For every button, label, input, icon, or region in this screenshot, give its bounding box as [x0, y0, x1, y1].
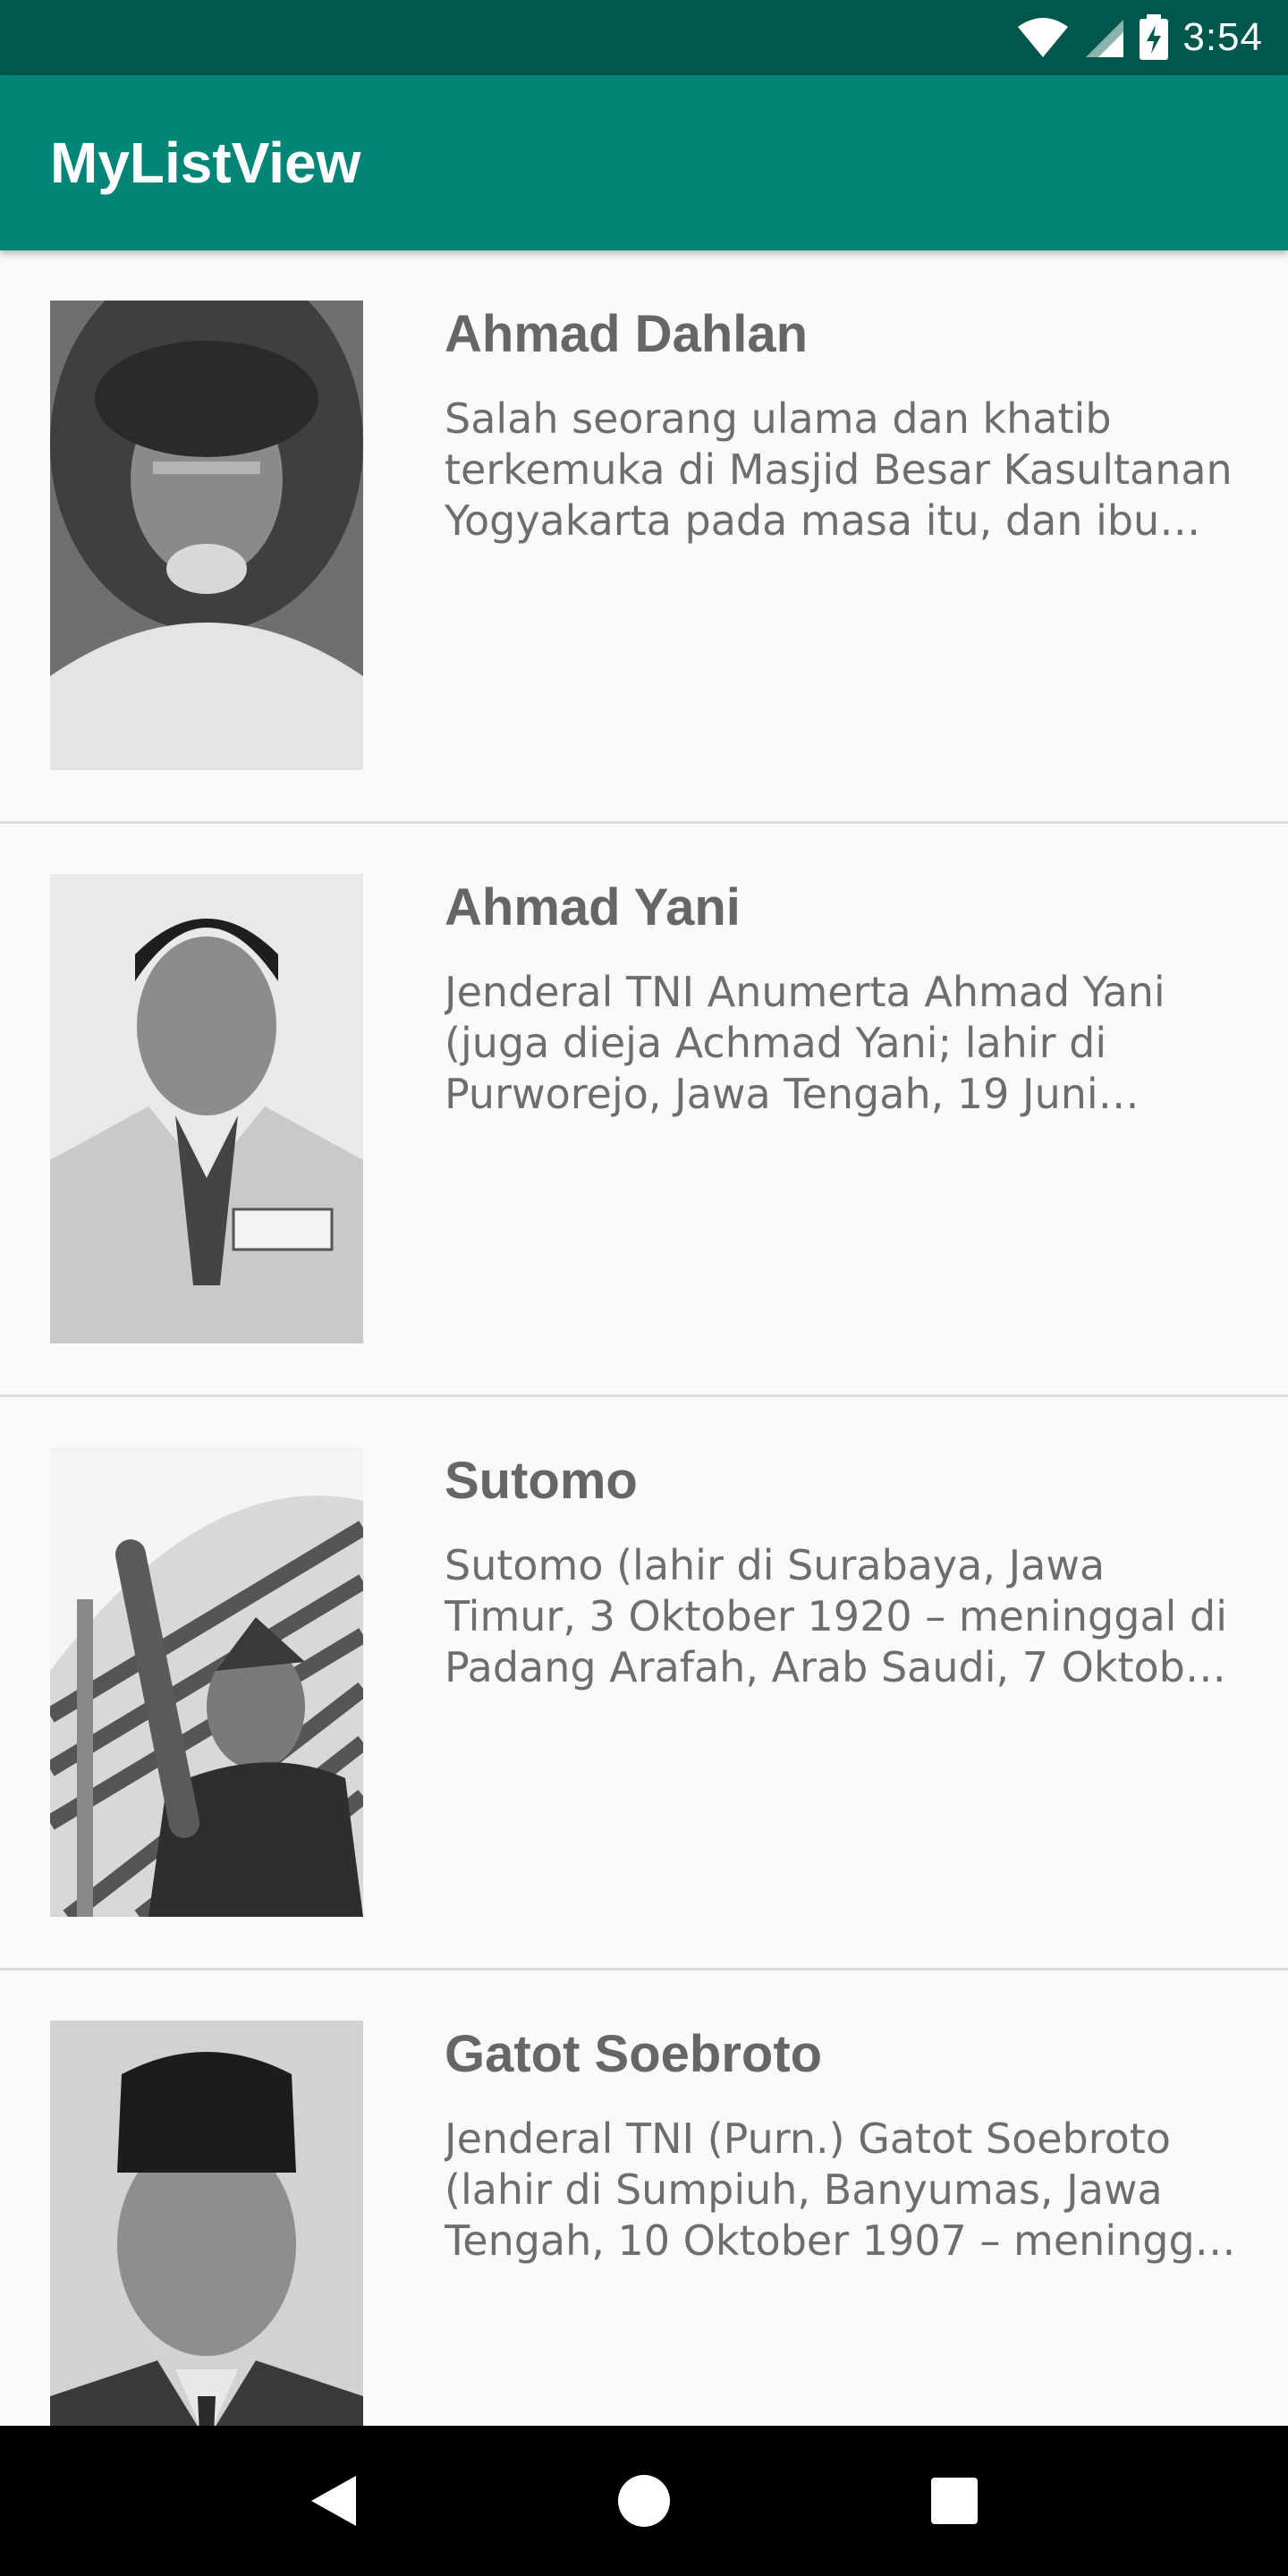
item-description: Jenderal TNI Anumerta Ahmad Yani (juga d… [445, 968, 1165, 1118]
list-item[interactable]: Ahmad Yani Jenderal TNI Anumerta Ahmad Y… [0, 824, 1288, 1397]
home-icon[interactable] [599, 2456, 689, 2546]
item-description: Jenderal TNI (Purn.) Gatot Soebroto (lah… [445, 2114, 1232, 2265]
item-title: Ahmad Dahlan [445, 305, 809, 363]
app-title: MyListView [50, 131, 361, 195]
hero-list[interactable]: Ahmad Dahlan Salah seorang ulama dan kha… [0, 250, 1288, 2426]
item-description: Salah seorang ulama dan khatib terkemuka… [445, 394, 1233, 545]
navigation-bar [0, 2426, 1288, 2576]
list-item[interactable]: Ahmad Dahlan Salah seorang ulama dan kha… [0, 250, 1288, 824]
cell-signal-icon [1082, 16, 1125, 59]
item-description: Sutomo (lahir di Surabaya, Jawa Timur, 3… [445, 1541, 1228, 1691]
item-title: Gatot Soebroto [445, 2025, 823, 2083]
portrait-image [50, 2021, 363, 2426]
back-icon[interactable] [289, 2456, 378, 2546]
clock: 3:54 [1182, 15, 1263, 59]
status-bar: 3:54 [0, 0, 1288, 75]
app-bar: MyListView [0, 75, 1288, 250]
item-title: Sutomo [445, 1452, 638, 1510]
item-title: Ahmad Yani [445, 878, 741, 936]
portrait-image [50, 1447, 363, 1917]
wifi-icon [1016, 16, 1070, 59]
list-item[interactable]: Sutomo Sutomo (lahir di Surabaya, Jawa T… [0, 1397, 1288, 1970]
recents-icon[interactable] [910, 2456, 999, 2546]
portrait-image [50, 874, 363, 1343]
portrait-image [50, 301, 363, 770]
list-item[interactable]: Gatot Soebroto Jenderal TNI (Purn.) Gato… [0, 1970, 1288, 2426]
battery-charging-icon [1138, 14, 1170, 61]
